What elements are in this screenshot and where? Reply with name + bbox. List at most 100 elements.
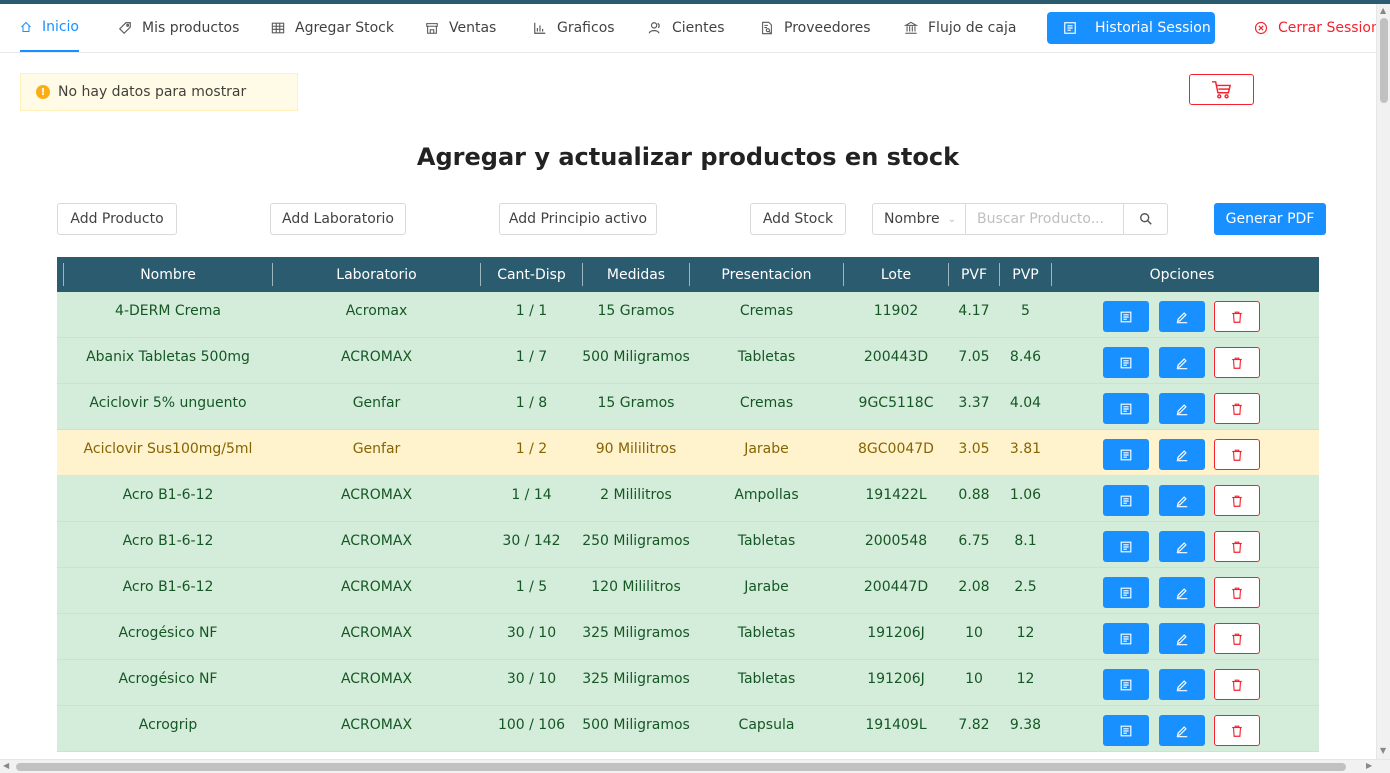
delete-button[interactable] xyxy=(1214,623,1260,654)
search-input[interactable] xyxy=(966,204,1123,234)
edit-button[interactable] xyxy=(1159,439,1205,470)
nav-item-ventas[interactable]: Ventas xyxy=(425,4,496,52)
cart-button[interactable] xyxy=(1189,74,1254,105)
cell-medidas: 15 Gramos xyxy=(597,395,675,411)
edit-button[interactable] xyxy=(1159,577,1205,608)
search-button[interactable] xyxy=(1123,204,1167,234)
view-button[interactable] xyxy=(1103,347,1149,378)
delete-button[interactable] xyxy=(1214,531,1260,562)
edit-icon xyxy=(1176,541,1188,553)
nav-item-graficos[interactable]: Graficos xyxy=(533,4,615,52)
cell-pvf: 0.88 xyxy=(958,487,990,503)
scroll-left-arrow[interactable]: ◀ xyxy=(3,761,9,770)
table-row: Acrogrip ACROMAX 100 / 106 500 Miligramos Ca… xyxy=(57,706,1319,752)
view-button[interactable] xyxy=(1103,393,1149,424)
logout-link[interactable]: Cerrar Session xyxy=(1254,4,1380,52)
edit-button[interactable] xyxy=(1159,393,1205,424)
cell-presentacion: Cremas xyxy=(739,395,794,411)
cell-pvf: 10 xyxy=(965,625,983,641)
view-button[interactable] xyxy=(1103,669,1149,700)
horizontal-scrollbar[interactable]: ◀ ▶ xyxy=(0,759,1390,773)
delete-button[interactable] xyxy=(1214,577,1260,608)
table-row: Acro B1-6-12 ACROMAX 1 / 5 120 Mililitros Ja… xyxy=(57,568,1319,614)
generate-pdf-button[interactable]: Generar PDF xyxy=(1214,203,1326,235)
cell-laboratorio: Genfar xyxy=(352,441,401,457)
table-row: Acro B1-6-12 ACROMAX 30 / 142 250 Miligramo… xyxy=(57,522,1319,568)
history-session-label: Historial Session xyxy=(1095,20,1211,36)
file-search-icon xyxy=(762,21,772,35)
delete-icon xyxy=(1232,357,1242,369)
view-button[interactable] xyxy=(1103,715,1149,746)
scroll-up-arrow[interactable]: ▲ xyxy=(1380,6,1386,15)
edit-button[interactable] xyxy=(1159,301,1205,332)
cell-pvf: 7.82 xyxy=(958,717,990,733)
edit-button[interactable] xyxy=(1159,623,1205,654)
nav-item-clientes[interactable]: Cientes xyxy=(648,4,725,52)
nav-item-proveedores[interactable]: Proveedores xyxy=(760,4,871,52)
cell-laboratorio: ACROMAX xyxy=(340,625,413,641)
cell-lote: 191409L xyxy=(865,717,927,733)
nav-item-inicio[interactable]: Inicio xyxy=(20,4,79,52)
view-button[interactable] xyxy=(1103,531,1149,562)
nav-item-mis-productos[interactable]: Mis productos xyxy=(118,4,239,52)
profile-icon xyxy=(1120,403,1132,414)
nav-label: Ventas xyxy=(449,20,497,36)
view-button[interactable] xyxy=(1103,301,1149,332)
edit-button[interactable] xyxy=(1159,531,1205,562)
table-row: Abanix Tabletas 500mg ACROMAX 1 / 7 500 Mil… xyxy=(57,338,1319,384)
delete-button[interactable] xyxy=(1214,715,1260,746)
cell-cant-disp: 1 / 2 xyxy=(515,441,548,457)
delete-button[interactable] xyxy=(1214,669,1260,700)
search-field-select[interactable]: Nombre ⌄ xyxy=(873,204,966,234)
delete-button[interactable] xyxy=(1214,347,1260,378)
table-icon xyxy=(271,22,285,34)
product-search: Nombre ⌄ xyxy=(872,203,1168,235)
edit-button[interactable] xyxy=(1159,669,1205,700)
vertical-scrollbar[interactable]: ▲ ▼ xyxy=(1376,4,1390,759)
cell-cant-disp: 30 / 10 xyxy=(506,671,557,687)
cell-laboratorio: Acromax xyxy=(345,303,408,319)
cell-lote: 200443D xyxy=(863,349,929,365)
add-active-principle-button[interactable]: Add Principio activo xyxy=(499,203,657,235)
delete-button[interactable] xyxy=(1214,485,1260,516)
cell-cant-disp: 30 / 142 xyxy=(502,533,561,549)
view-button[interactable] xyxy=(1103,577,1149,608)
table-row: Acro B1-6-12 ACROMAX 1 / 14 2 Mililitros Amp… xyxy=(57,476,1319,522)
horizontal-scroll-thumb[interactable] xyxy=(16,763,1346,771)
edit-button[interactable] xyxy=(1159,485,1205,516)
edit-button[interactable] xyxy=(1159,715,1205,746)
delete-button[interactable] xyxy=(1214,301,1260,332)
empty-data-alert: ! No hay datos para mostrar xyxy=(20,73,298,111)
profile-icon xyxy=(1120,587,1132,598)
cell-medidas: 325 Miligramos xyxy=(582,671,690,687)
profile-icon xyxy=(1120,633,1132,644)
add-stock-button[interactable]: Add Stock xyxy=(750,203,846,235)
delete-icon xyxy=(1232,725,1242,737)
cell-cant-disp: 1 / 14 xyxy=(511,487,552,503)
cell-presentacion: Tabletas xyxy=(737,349,796,365)
scroll-right-arrow[interactable]: ▶ xyxy=(1366,761,1372,770)
edit-button[interactable] xyxy=(1159,347,1205,378)
profile-icon xyxy=(1120,725,1132,736)
delete-button[interactable] xyxy=(1214,393,1260,424)
nav-item-agregar-stock[interactable]: Agregar Stock xyxy=(271,4,394,52)
vertical-scroll-thumb[interactable] xyxy=(1380,18,1388,103)
cell-pvf: 6.75 xyxy=(958,533,990,549)
profile-icon xyxy=(1120,541,1132,552)
cell-lote: 200447D xyxy=(863,579,929,595)
view-button[interactable] xyxy=(1103,623,1149,654)
delete-button[interactable] xyxy=(1214,439,1260,470)
view-button[interactable] xyxy=(1103,485,1149,516)
cell-presentacion: Jarabe xyxy=(744,579,789,595)
add-laboratory-button[interactable]: Add Laboratorio xyxy=(270,203,406,235)
nav-item-flujo-de-caja[interactable]: Flujo de caja xyxy=(904,4,1016,52)
view-button[interactable] xyxy=(1103,439,1149,470)
column-header-pvf: PVF xyxy=(960,266,988,283)
cell-cant-disp: 1 / 8 xyxy=(515,395,548,411)
cell-laboratorio: ACROMAX xyxy=(340,349,413,365)
cell-presentacion: Tabletas xyxy=(737,625,796,641)
add-product-button[interactable]: Add Producto xyxy=(57,203,177,235)
shopping-cart-icon xyxy=(1211,80,1231,99)
history-session-button[interactable]: Historial Session xyxy=(1047,12,1215,44)
scroll-down-arrow[interactable]: ▼ xyxy=(1380,746,1386,755)
